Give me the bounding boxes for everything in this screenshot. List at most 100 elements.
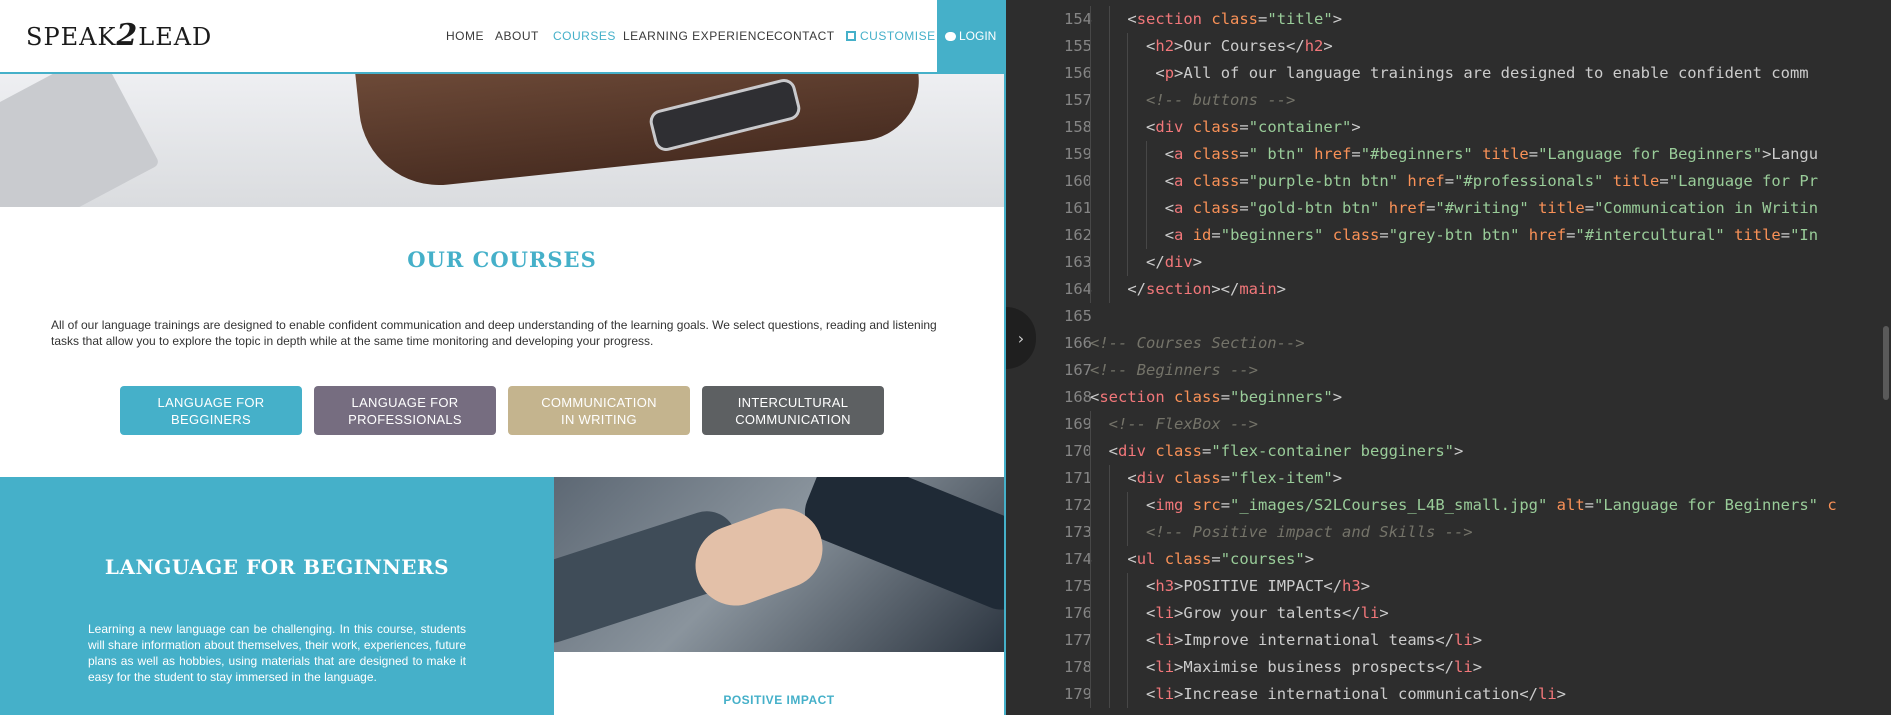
code-line[interactable]: 156 <p>All of our language trainings are… xyxy=(1006,60,1876,87)
code-token: a xyxy=(1174,226,1184,244)
nav-link-about[interactable]: ABOUT xyxy=(495,29,539,43)
code-line[interactable]: 160 <a class="purple-btn btn" href="#pro… xyxy=(1006,168,1876,195)
code-token: > xyxy=(1174,37,1184,55)
code-line[interactable]: 172 <img src="_images/S2LCourses_L4B_sma… xyxy=(1006,492,1876,519)
courses-intro-text: All of our language trainings are design… xyxy=(51,318,937,348)
indent-guide xyxy=(1108,492,1110,519)
code-line[interactable]: 168 <section class="beginners"> xyxy=(1006,384,1876,411)
code-token: = xyxy=(1780,226,1791,244)
code-token: li xyxy=(1360,604,1380,622)
indent-guide xyxy=(1108,141,1110,168)
editor-scrollbar[interactable] xyxy=(1883,326,1889,400)
line-number: 176 xyxy=(1064,604,1092,622)
nav-link-customise[interactable]: CUSTOMISE xyxy=(846,29,936,43)
code-content: </section></main> xyxy=(1090,276,1286,303)
indent-guide xyxy=(1127,141,1129,168)
code-content: <a class="purple-btn btn" href="#profess… xyxy=(1090,168,1818,195)
code-line[interactable]: 178 <li>Maximise business prospects</li> xyxy=(1006,654,1876,681)
code-line[interactable]: 166 <!-- Courses Section--> xyxy=(1006,330,1876,357)
hero-image xyxy=(0,74,1004,207)
site-logo[interactable]: SPEAK2LEAD xyxy=(26,18,212,53)
beginners-description: Learning a new language can be challengi… xyxy=(88,622,466,684)
code-line[interactable]: 161 <a class="gold-btn btn" href="#writi… xyxy=(1006,195,1876,222)
course-button-professionals[interactable]: LANGUAGE FOR PROFESSIONALS xyxy=(314,386,496,435)
login-button[interactable]: LOGIN xyxy=(937,0,1004,72)
code-content: <!-- Beginners --> xyxy=(1090,357,1258,384)
code-token: h3 xyxy=(1342,577,1361,595)
code-line[interactable]: 155 <h2>Our Courses</h2> xyxy=(1006,33,1876,60)
code-line[interactable]: 173 <!-- Positive impact and Skills --> xyxy=(1006,519,1876,546)
code-token: < xyxy=(1127,469,1137,487)
line-number: 154 xyxy=(1064,10,1092,28)
code-line[interactable]: 177 <li>Improve international teams</li> xyxy=(1006,627,1876,654)
code-line[interactable]: 169 <!-- FlexBox --> xyxy=(1006,411,1876,438)
handshake-sleeve-right xyxy=(795,477,1004,619)
code-line[interactable]: 157 <!-- buttons --> xyxy=(1006,87,1876,114)
code-token: = xyxy=(1239,118,1249,136)
code-line[interactable]: 162 <a id="beginners" class="grey-btn bt… xyxy=(1006,222,1876,249)
code-token: Improve international teams xyxy=(1183,631,1436,649)
indent-guide xyxy=(1127,492,1129,519)
code-token: Maximise business prospects xyxy=(1183,658,1436,676)
code-token: href xyxy=(1407,172,1445,190)
code-content: <ul class="courses"> xyxy=(1090,546,1314,573)
course-button-intercultural[interactable]: INTERCULTURAL COMMUNICATION xyxy=(702,386,884,435)
code-token: li xyxy=(1454,658,1473,676)
nav-link-contact[interactable]: CONTACT xyxy=(774,29,835,43)
code-line[interactable]: 171 <div class="flex-item"> xyxy=(1006,465,1876,492)
code-line[interactable]: 158 <div class="container"> xyxy=(1006,114,1876,141)
code-token: = xyxy=(1239,199,1249,217)
code-line[interactable]: 167 <!-- Beginners --> xyxy=(1006,357,1876,384)
course-button-writing[interactable]: COMMUNICATION IN WRITING xyxy=(508,386,690,435)
code-line[interactable]: 163 </div> xyxy=(1006,249,1876,276)
code-editor[interactable]: › 154 <section class="title"> 155 <h2>Our… xyxy=(1006,0,1891,715)
code-line[interactable]: 170 <div class="flex-container begginers… xyxy=(1006,438,1876,465)
indent-guide xyxy=(1090,600,1091,627)
code-token: li xyxy=(1538,685,1557,703)
code-content: <div class="container"> xyxy=(1090,114,1361,141)
indent-guide xyxy=(1090,60,1091,87)
code-token: = xyxy=(1202,442,1212,460)
indent-guide xyxy=(1108,33,1110,60)
code-token: = xyxy=(1659,172,1669,190)
code-token: title xyxy=(1538,199,1585,217)
nav-customise-label: CUSTOMISE xyxy=(860,29,936,43)
nav-link-courses[interactable]: COURSES xyxy=(553,29,616,43)
indent-guide xyxy=(1090,627,1091,654)
code-line[interactable]: 179 <li>Increase international communica… xyxy=(1006,681,1876,708)
code-line[interactable]: 175 <h3>POSITIVE IMPACT</h3> xyxy=(1006,573,1876,600)
code-line[interactable]: 159 <a class=" btn" href="#beginners" ti… xyxy=(1006,141,1876,168)
code-token: src xyxy=(1192,496,1221,514)
code-content: <a class="gold-btn btn" href="#writing" … xyxy=(1090,195,1818,222)
indent-guide xyxy=(1108,114,1110,141)
code-token: = xyxy=(1211,550,1221,568)
indent-guide xyxy=(1090,654,1091,681)
code-line[interactable]: 165 xyxy=(1006,303,1876,330)
nav-link-learning-experience[interactable]: LEARNING EXPERIENCE xyxy=(623,29,775,43)
code-line[interactable]: 154 <section class="title"> xyxy=(1006,6,1876,33)
code-token: li xyxy=(1155,685,1175,703)
indent-guide xyxy=(1090,465,1091,492)
code-token: "container" xyxy=(1248,118,1352,136)
code-line[interactable]: 176 <li>Grow your talents</li> xyxy=(1006,600,1876,627)
code-token: "#beginners" xyxy=(1360,145,1473,163)
code-token: li xyxy=(1155,631,1175,649)
beginners-section: LANGUAGE FOR BEGINNERS Learning a new la… xyxy=(0,477,554,715)
code-token: </ xyxy=(1127,280,1147,298)
code-token: a xyxy=(1174,145,1184,163)
nav-link-home[interactable]: HOME xyxy=(446,29,484,43)
code-line[interactable]: 174 <ul class="courses"> xyxy=(1006,546,1876,573)
code-token: = xyxy=(1220,496,1231,514)
indent-guide xyxy=(1090,276,1091,303)
code-token: a xyxy=(1174,172,1184,190)
code-line[interactable]: 164 </section></main> xyxy=(1006,276,1876,303)
line-number: 161 xyxy=(1064,199,1092,217)
hero-laptop-shape xyxy=(0,74,160,207)
indent-guide xyxy=(1090,195,1091,222)
course-button-beginners[interactable]: LANGUAGE FOR BEGGINERS xyxy=(120,386,302,435)
indent-guide xyxy=(1090,492,1091,519)
